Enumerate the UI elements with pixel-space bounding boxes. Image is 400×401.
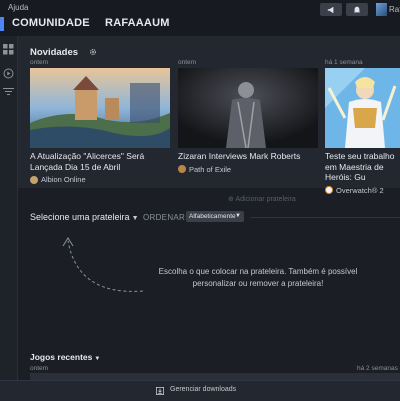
gear-icon[interactable] — [89, 48, 97, 56]
news-card-game-name: Overwatch® 2 — [336, 185, 384, 195]
news-card-game: Overwatch® 2 — [325, 186, 400, 195]
left-sidebar — [0, 36, 18, 400]
megaphone-icon — [327, 6, 334, 13]
news-card-image — [178, 68, 318, 148]
recent-date: há 2 semanas — [357, 365, 398, 372]
recent-games-title: Jogos recentes — [30, 352, 93, 362]
recent-games-strip — [30, 373, 400, 380]
shelf-selector-label: Selecione uma prateleira — [30, 212, 130, 222]
nav-comunidade[interactable]: COMUNIDADE — [12, 17, 90, 29]
manage-downloads-button[interactable]: Gerenciar downloads — [170, 386, 236, 393]
albion-online-icon — [30, 175, 38, 184]
download-icon — [156, 387, 164, 395]
chevron-down-icon: ▼ — [94, 356, 101, 362]
menu-ajuda[interactable]: Ajuda — [8, 3, 28, 12]
news-card-game: Path of Exile — [178, 165, 318, 174]
nav-profile[interactable]: RAFAAAUM — [105, 17, 170, 29]
news-card-image — [30, 68, 170, 148]
news-card-title: Zizaran Interviews Mark Roberts — [178, 151, 301, 161]
bell-icon — [353, 6, 361, 12]
library-home: Novidades ontem A Atualização "Alicerces… — [18, 36, 400, 380]
bottom-bar: Gerenciar downloads — [0, 380, 400, 401]
user-name[interactable]: Raf — [389, 5, 400, 14]
overwatch-icon — [325, 186, 333, 194]
main-nav: COMUNIDADE RAFAAAUM — [12, 17, 182, 29]
shelf-selector[interactable]: Selecione uma prateleira ▼ — [30, 212, 139, 222]
news-title: Novidades — [30, 47, 79, 58]
news-card-game: Albion Online — [30, 175, 170, 184]
shelf-hint: Escolha o que colocar na prateleira. Tam… — [158, 267, 358, 288]
top-bar: Ajuda COMUNIDADE RAFAAAUM Raf — [0, 0, 400, 36]
news-card[interactable]: ontem Zizaran Interviews Mark Roberts Pa… — [178, 59, 318, 174]
filter-icon[interactable] — [3, 86, 14, 97]
steam-logo-icon — [0, 17, 4, 31]
news-panel: Novidades ontem A Atualização "Alicerces… — [18, 36, 400, 195]
news-card-game-name: Path of Exile — [189, 164, 232, 174]
chevron-down-icon: ▼ — [131, 215, 139, 222]
news-card-date: ontem — [30, 59, 49, 66]
news-card-title: A Atualização "Alicerces" Será Lançada D… — [30, 151, 145, 172]
dashed-arrow-icon — [62, 237, 144, 292]
shelf-divider — [250, 217, 400, 218]
news-card[interactable]: ontem A Atualização "Alicerces" Será Lan… — [30, 59, 170, 184]
path-of-exile-icon — [178, 165, 186, 173]
sort-dropdown[interactable]: Alfabeticamente ▼ — [186, 211, 244, 222]
avatar[interactable] — [376, 3, 387, 16]
chevron-down-icon: ▼ — [235, 213, 241, 219]
announcement-button[interactable] — [320, 3, 342, 16]
news-card-date: ontem — [178, 59, 197, 66]
add-shelf-button[interactable]: Adicionar prateleira — [228, 195, 295, 203]
news-card-date: há 1 semana — [325, 59, 363, 66]
sort-dropdown-value: Alfabeticamente — [189, 213, 236, 220]
news-card-title: Teste seu trabalho em Maestria de Heróis… — [325, 151, 395, 182]
recent-date: ontem — [30, 365, 49, 372]
news-card-image — [325, 68, 400, 148]
news-card[interactable]: há 1 semana Teste seu trabalho em Maestr… — [325, 59, 400, 195]
grid-view-icon[interactable] — [3, 44, 14, 55]
recent-games-toggle[interactable]: Jogos recentes ▼ — [30, 352, 100, 362]
sort-label: ORDENAR: — [143, 213, 188, 222]
news-card-game-name: Albion Online — [41, 175, 86, 184]
play-circle-icon[interactable] — [3, 68, 14, 79]
notifications-button[interactable] — [346, 3, 368, 16]
